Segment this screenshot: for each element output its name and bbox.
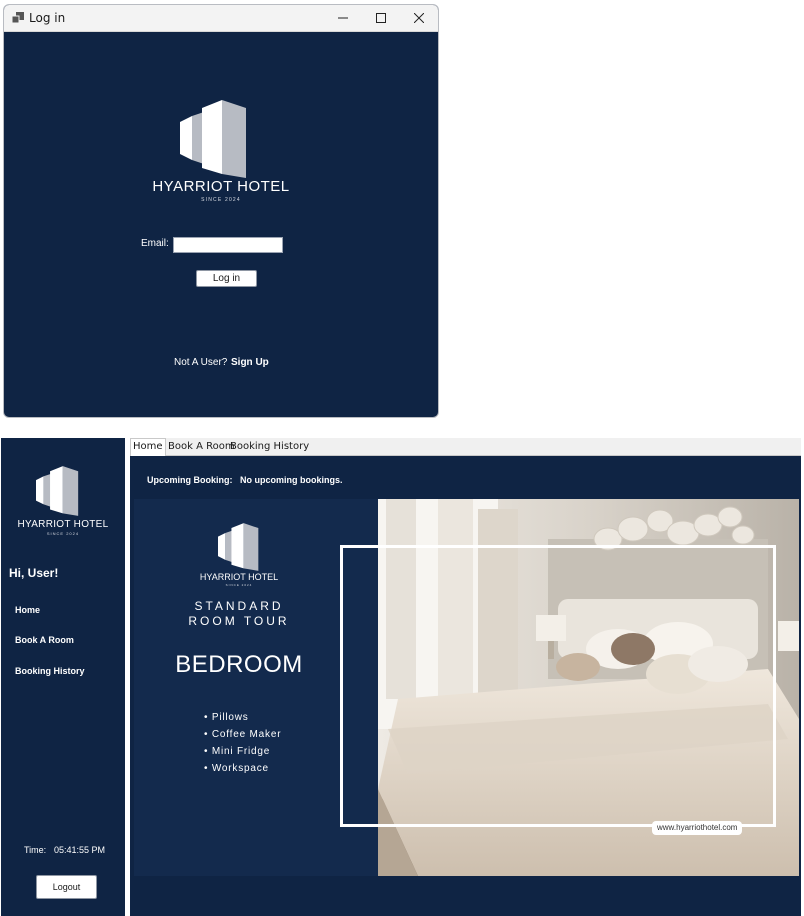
room-tour-title-line2: ROOM TOUR: [188, 614, 290, 628]
time-label: Time:: [24, 845, 47, 855]
main-content: Home Book A Room Booking History Upcomin…: [130, 438, 801, 916]
sidebar-item-book-a-room[interactable]: Book A Room: [15, 635, 74, 645]
tab-book-a-room[interactable]: Book A Room: [166, 439, 237, 455]
app-icon: [12, 12, 24, 24]
amenity-item: • Pillows: [204, 712, 249, 723]
window-title: Log in: [29, 11, 66, 25]
room-tour-banner: HYARRIOT HOTEL SINCE 2024 STANDARD ROOM …: [134, 499, 799, 876]
amenities-list: • Pillows • Coffee Maker • Mini Fridge •…: [204, 709, 281, 777]
maximize-icon: [376, 13, 386, 23]
tab-booking-history[interactable]: Booking History: [228, 439, 311, 455]
sidebar-since: SINCE 2024: [46, 531, 80, 536]
logout-button[interactable]: Logout: [36, 875, 97, 899]
email-label: Email:: [141, 238, 169, 249]
banner-brand: HYARRIOT HOTEL: [199, 572, 279, 582]
hotel-logo-icon: [180, 100, 246, 178]
not-user-text: Not A User?: [174, 357, 228, 368]
room-tour-title-line1: STANDARD: [194, 599, 284, 613]
minimize-icon: [338, 17, 348, 19]
time-value: 05:41:55 PM: [54, 845, 106, 855]
brand-since: SINCE 2024: [201, 197, 241, 203]
brand-name: HYARRIOT HOTEL: [152, 178, 290, 195]
upcoming-booking-value: No upcoming bookings.: [240, 475, 343, 485]
signup-link[interactable]: Sign Up: [231, 357, 269, 368]
maximize-button[interactable]: [362, 5, 400, 31]
minimize-button[interactable]: [324, 5, 362, 31]
room-heading: BEDROOM: [175, 651, 303, 678]
tab-bar: Home Book A Room Booking History: [130, 438, 801, 456]
website-label: www.hyarriothotel.com: [652, 821, 743, 835]
sidebar-item-home[interactable]: Home: [15, 605, 40, 615]
main-app-window: HYARRIOT HOTEL SINCE 2024 Hi, User! Home…: [1, 438, 801, 916]
photo-frame: [340, 545, 776, 827]
room-tour-title: STANDARD ROOM TOUR: [134, 599, 344, 629]
close-icon: [414, 13, 424, 23]
login-window: Log in HYARRIOT HOTEL SINCE 2024 Email: …: [3, 4, 439, 418]
login-button[interactable]: Log in: [196, 270, 257, 287]
amenity-item: • Mini Fridge: [204, 746, 271, 757]
sidebar: HYARRIOT HOTEL SINCE 2024 Hi, User! Home…: [1, 438, 125, 916]
close-button[interactable]: [400, 5, 438, 31]
amenity-item: • Workspace: [204, 763, 269, 774]
hotel-logo-icon: [218, 523, 259, 571]
amenity-item: • Coffee Maker: [204, 729, 282, 740]
upcoming-booking-label: Upcoming Booking:: [147, 475, 233, 485]
hotel-logo-icon: [36, 466, 79, 516]
tab-home[interactable]: Home: [130, 438, 166, 456]
greeting: Hi, User!: [9, 566, 59, 580]
title-bar: Log in: [4, 5, 438, 32]
banner-since: SINCE 2024: [225, 583, 253, 587]
sidebar-brand: HYARRIOT HOTEL: [17, 519, 109, 530]
sidebar-item-booking-history[interactable]: Booking History: [15, 666, 85, 676]
email-input[interactable]: [173, 237, 283, 253]
